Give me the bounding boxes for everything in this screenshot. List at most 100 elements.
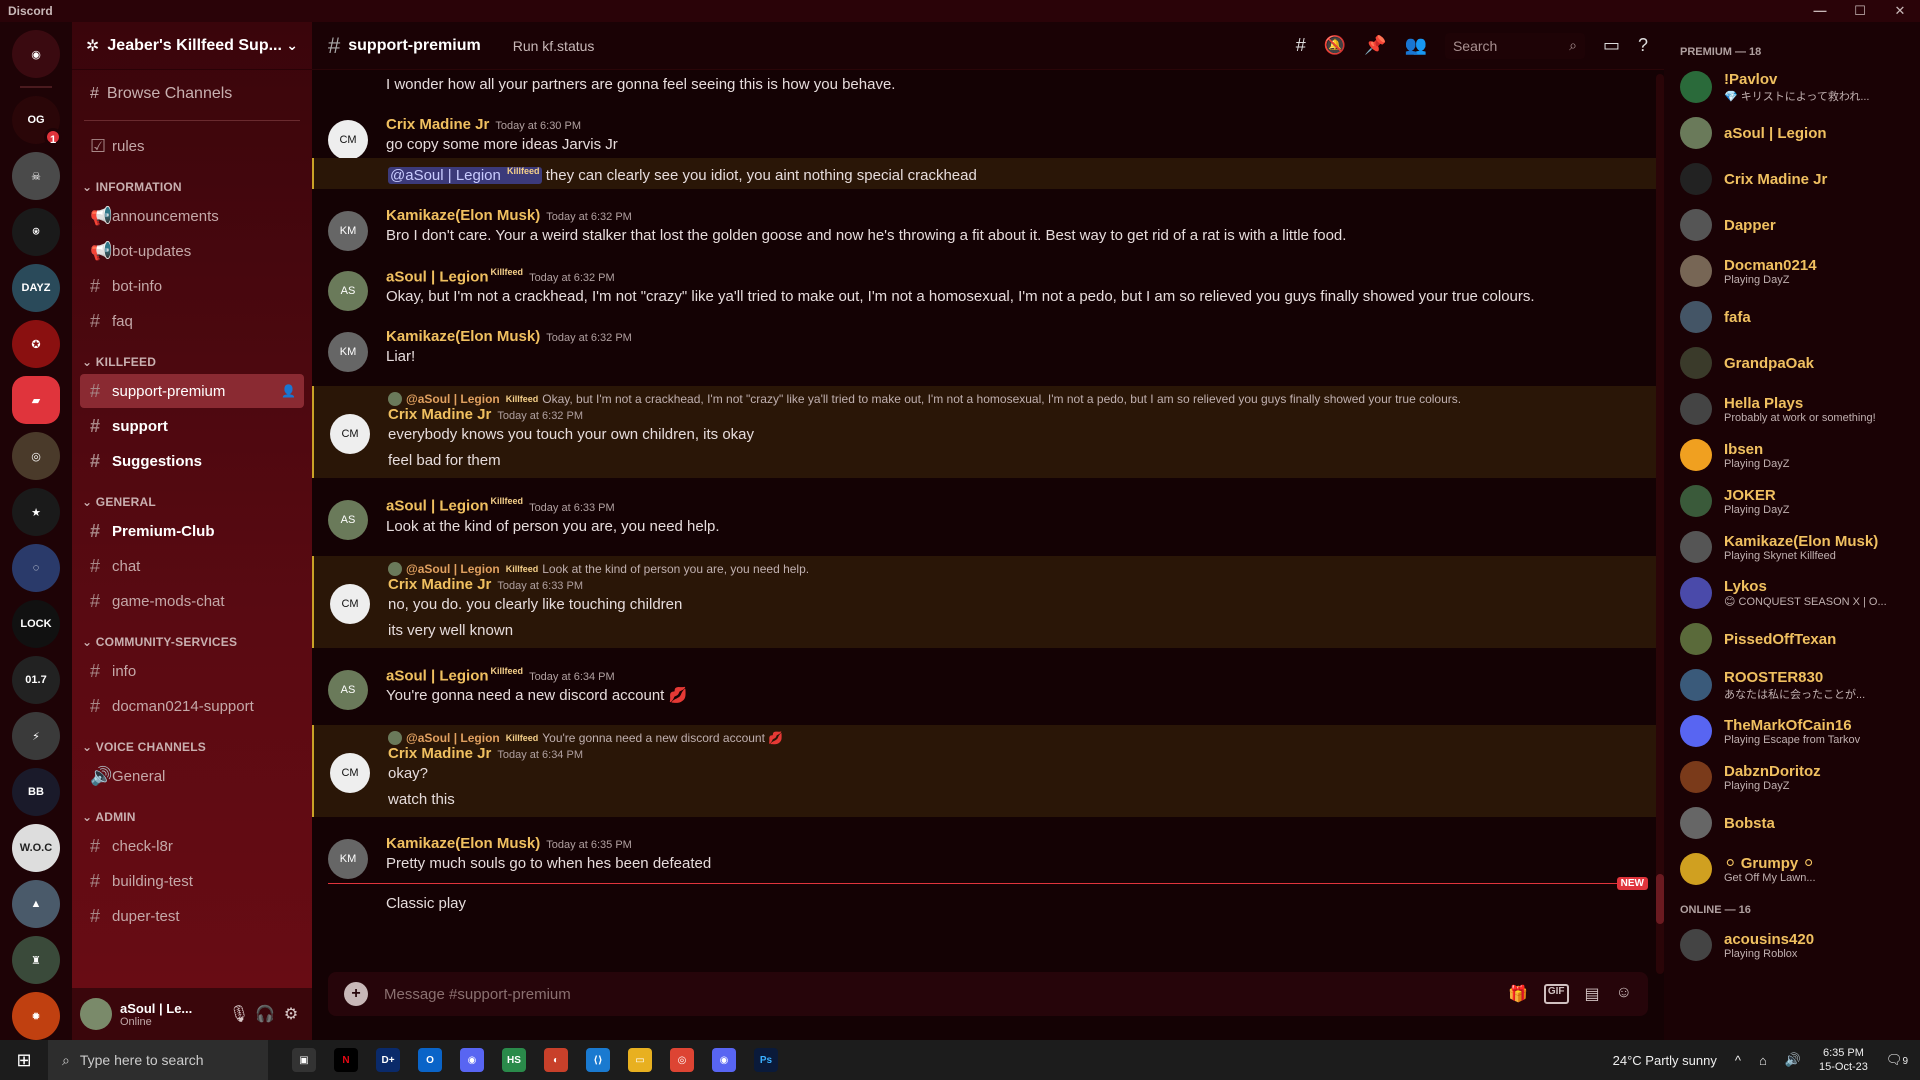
server-icon[interactable]: LOCK: [12, 600, 60, 648]
browse-channels-button[interactable]: # Browse Channels: [72, 76, 312, 112]
gift-icon[interactable]: 🎁: [1508, 984, 1528, 1004]
emoji-icon[interactable]: ☺: [1616, 984, 1632, 1004]
category-information[interactable]: ⌄ INFORMATION: [72, 164, 312, 198]
server-icon[interactable]: ◎: [12, 432, 60, 480]
chrome-icon[interactable]: ◎: [670, 1048, 694, 1072]
threads-icon[interactable]: #: [1296, 35, 1306, 56]
message-composer[interactable]: + Message #support-premium 🎁 GIF ▤ ☺: [328, 972, 1648, 1016]
member-item[interactable]: Bobsta: [1672, 800, 1920, 846]
vscode-icon[interactable]: ⟨⟩: [586, 1048, 610, 1072]
inbox-icon[interactable]: ▭: [1603, 35, 1620, 56]
server-icon[interactable]: ✹: [12, 992, 60, 1040]
channel-game-mods-chat[interactable]: # game-mods-chat: [80, 584, 304, 618]
category-community-services[interactable]: ⌄ COMMUNITY-SERVICES: [72, 619, 312, 653]
message-author[interactable]: Crix Madine Jr: [386, 116, 489, 133]
app-icon[interactable]: ◐: [544, 1048, 568, 1072]
channel-faq[interactable]: # faq: [80, 304, 304, 338]
channel-suggestions[interactable]: # Suggestions: [80, 444, 304, 478]
members-icon[interactable]: 👥: [1405, 35, 1427, 56]
reply-preview[interactable]: @aSoul | Legion Killfeed Okay, but I'm not…: [388, 388, 1648, 407]
server-icon[interactable]: DAYZ: [12, 264, 60, 312]
chevron-down-icon[interactable]: ⌄: [286, 37, 298, 54]
photoshop-icon[interactable]: Ps: [754, 1048, 778, 1072]
avatar[interactable]: AS: [328, 669, 368, 710]
message-author[interactable]: Crix Madine Jr: [388, 576, 491, 593]
category-killfeed[interactable]: ⌄ KILLFEED: [72, 339, 312, 373]
clock[interactable]: 6:35 PM 15-Oct-23: [1819, 1046, 1868, 1074]
member-item[interactable]: Docman0214 Playing DayZ: [1672, 248, 1920, 294]
reply-preview[interactable]: @aSoul | Legion Killfeed Look at the kind …: [388, 558, 1648, 576]
notifications-icon[interactable]: 🗨9: [1886, 1052, 1908, 1068]
file-explorer-icon[interactable]: ▭: [628, 1048, 652, 1072]
close-button[interactable]: ✕: [1880, 0, 1920, 22]
server-icon[interactable]: ⚡: [12, 712, 60, 760]
category-admin[interactable]: ⌄ ADMIN: [72, 794, 312, 828]
avatar[interactable]: [80, 998, 112, 1030]
message-author[interactable]: Crix Madine Jr: [388, 745, 491, 762]
user-mention[interactable]: @aSoul | Legion Killfeed: [388, 166, 542, 184]
channel-duper-test[interactable]: # duper-test: [80, 899, 304, 933]
channel-rules[interactable]: ☑ rules: [80, 129, 304, 163]
channel-announcements[interactable]: 📢 announcements: [80, 199, 304, 233]
message-author[interactable]: Kamikaze(Elon Musk): [386, 207, 540, 224]
avatar[interactable]: KM: [328, 838, 368, 879]
category-voice-channels[interactable]: ⌄ VOICE CHANNELS: [72, 724, 312, 758]
add-member-icon[interactable]: 👤: [281, 384, 296, 398]
reply-preview[interactable]: @aSoul | Legion Killfeed You're gonna need…: [388, 727, 1648, 745]
scrollbar[interactable]: [1656, 74, 1664, 974]
volume-icon[interactable]: 🔊: [1785, 1052, 1801, 1068]
app-icon[interactable]: HS: [502, 1048, 526, 1072]
member-item[interactable]: PissedOffTexan: [1672, 616, 1920, 662]
netflix-icon[interactable]: N: [334, 1048, 358, 1072]
avatar[interactable]: CM: [330, 752, 370, 793]
gear-icon[interactable]: ⚙: [278, 1004, 304, 1024]
discord-app-icon[interactable]: ◉: [460, 1048, 484, 1072]
outlook-icon[interactable]: O: [418, 1048, 442, 1072]
channel-bot-info[interactable]: # bot-info: [80, 269, 304, 303]
member-item[interactable]: Ibsen Playing DayZ: [1672, 432, 1920, 478]
member-item[interactable]: acousins420 Playing Roblox: [1672, 922, 1920, 968]
member-item[interactable]: Crix Madine Jr: [1672, 156, 1920, 202]
discord-home-icon[interactable]: ◉: [12, 30, 60, 78]
message-author[interactable]: aSoul | Legion: [386, 498, 489, 515]
bell-muted-icon[interactable]: 🔕: [1324, 35, 1346, 56]
server-icon[interactable]: OG 1: [12, 96, 62, 146]
server-icon[interactable]: BB: [12, 768, 60, 816]
member-item[interactable]: Dapper: [1672, 202, 1920, 248]
channel-topic[interactable]: Run kf.status: [513, 38, 595, 54]
channel-premium-club[interactable]: # Premium-Club: [80, 514, 304, 548]
channel-info[interactable]: # info: [80, 654, 304, 688]
member-item[interactable]: DabznDoritoz Playing DayZ: [1672, 754, 1920, 800]
gif-button[interactable]: GIF: [1543, 984, 1569, 1004]
network-icon[interactable]: ⌂: [1759, 1053, 1767, 1068]
member-item[interactable]: !Pavlov 💎 キリストによって救われ...: [1672, 64, 1920, 110]
server-icon[interactable]: ◌: [12, 544, 60, 592]
voice-channel-general[interactable]: 🔊 General: [80, 759, 304, 793]
attach-plus-icon[interactable]: +: [344, 982, 368, 1006]
server-icon[interactable]: W.O.C: [12, 824, 60, 872]
minimize-button[interactable]: —: [1800, 0, 1840, 22]
avatar[interactable]: KM: [328, 332, 368, 373]
message-author[interactable]: Kamikaze(Elon Musk): [386, 328, 540, 345]
member-item[interactable]: TheMarkOfCain16 Playing Escape from Tarko…: [1672, 708, 1920, 754]
server-icon[interactable]: 01.7: [12, 656, 60, 704]
message-author[interactable]: aSoul | Legion: [386, 268, 489, 285]
search-input[interactable]: Search ⌕: [1444, 32, 1585, 59]
disney-icon[interactable]: D+: [376, 1048, 400, 1072]
server-icon[interactable]: ★: [12, 488, 60, 536]
member-item[interactable]: Lykos 😊 CONQUEST SEASON X | O...: [1672, 570, 1920, 616]
server-icon[interactable]: ✪: [12, 320, 60, 368]
message-input[interactable]: Message #support-premium: [384, 986, 571, 1003]
avatar[interactable]: CM: [330, 583, 370, 624]
member-item[interactable]: GrandpaOak: [1672, 340, 1920, 386]
member-item[interactable]: fafa: [1672, 294, 1920, 340]
server-header[interactable]: ✲ Jeaber's Killfeed Sup... ⌄: [72, 22, 312, 70]
member-item[interactable]: JOKER Playing DayZ: [1672, 478, 1920, 524]
taskbar-search-input[interactable]: ⌕ Type here to search: [48, 1040, 268, 1080]
discord-app-icon[interactable]: ◉: [712, 1048, 736, 1072]
sticker-icon[interactable]: ▤: [1585, 984, 1600, 1004]
channel-support[interactable]: # support: [80, 409, 304, 443]
channel-bot-updates[interactable]: 📢 bot-updates: [80, 234, 304, 268]
windows-start-icon[interactable]: ⊞: [0, 1050, 48, 1071]
message-author[interactable]: aSoul | Legion: [386, 667, 489, 684]
